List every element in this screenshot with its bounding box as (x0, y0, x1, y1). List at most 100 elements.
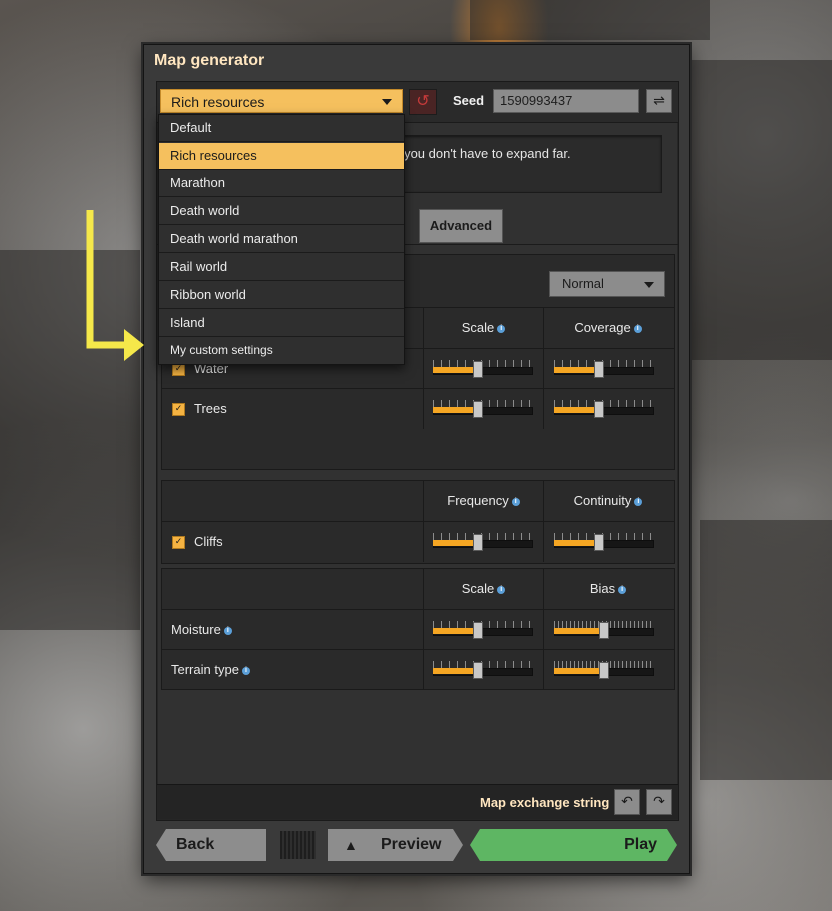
cliffs-frequency-slider[interactable] (433, 533, 533, 551)
slider-handle[interactable] (594, 534, 604, 551)
column-header-continuity: Continuity i (544, 481, 672, 521)
header-divider (423, 569, 544, 609)
map-exchange-bar: Map exchange string ↶ ↷ (157, 784, 678, 819)
info-icon[interactable]: i (634, 497, 643, 506)
slider-handle[interactable] (599, 622, 609, 639)
play-button[interactable]: Play (470, 829, 677, 861)
import-string-button[interactable]: ↶ (614, 789, 640, 815)
slider-fill (433, 407, 478, 413)
slider-fill (554, 540, 599, 546)
terrain-type-scale-slider[interactable] (433, 661, 533, 679)
slider-handle[interactable] (594, 401, 604, 418)
column-header-coverage: Coverage i (544, 308, 672, 348)
slider-cell (423, 389, 544, 429)
slider-handle[interactable] (473, 622, 483, 639)
trees-scale-slider[interactable] (433, 400, 533, 418)
chevron-down-icon (382, 99, 392, 105)
slider-ticks (554, 400, 654, 407)
preset-selected-label: Rich resources (171, 94, 265, 110)
header-divider (423, 308, 544, 348)
slider-handle[interactable] (473, 662, 483, 679)
table-row: Moisture i (162, 609, 674, 650)
preset-option-rail-world[interactable]: Rail world (159, 254, 404, 281)
slider-cell (423, 650, 544, 690)
table-row: Terrain type i (162, 649, 674, 690)
export-icon: ↷ (653, 794, 665, 810)
preview-button[interactable]: ▲ Preview (328, 829, 463, 861)
info-icon[interactable]: i (633, 324, 642, 333)
preset-option-default[interactable]: Default (159, 115, 404, 142)
info-icon[interactable]: i (223, 626, 232, 635)
row-label-cell: ✓ Trees (162, 389, 424, 429)
preset-option-ribbon-world[interactable]: Ribbon world (159, 282, 404, 309)
header-divider (423, 481, 544, 521)
moisture-label: Moisture i (171, 610, 232, 650)
header-spacer (162, 569, 424, 609)
continuity-header-label: Continuity (573, 493, 632, 508)
coverage-header-label: Coverage (574, 320, 631, 335)
slider-handle[interactable] (594, 361, 604, 378)
shuffle-icon: ⇌ (653, 93, 665, 109)
preset-option-death-world-marathon[interactable]: Death world marathon (159, 226, 404, 253)
reset-button[interactable]: ↺ (409, 89, 437, 115)
slider-handle[interactable] (473, 361, 483, 378)
slider-ticks (433, 400, 533, 407)
slider-handle[interactable] (473, 401, 483, 418)
slider-cell (423, 349, 544, 389)
slider-cell (423, 610, 544, 650)
water-setting-dropdown[interactable]: Normal (549, 271, 665, 297)
footer-bar: Back ▲ Preview Play (156, 829, 677, 861)
row-label-cell: Moisture i (162, 610, 424, 650)
slider-ticks (554, 533, 654, 540)
seed-input[interactable]: 1590993437 (493, 89, 639, 113)
undo-icon: ↺ (416, 91, 430, 110)
water-scale-slider[interactable] (433, 360, 533, 378)
water-setting-value: Normal (562, 276, 604, 291)
climate-section: Scale i Bias i Moisture i Terrain type i (161, 568, 675, 690)
moisture-label-text: Moisture (171, 622, 221, 637)
moisture-bias-slider[interactable] (554, 621, 654, 639)
info-icon[interactable]: i (241, 666, 250, 675)
info-icon[interactable]: i (618, 585, 627, 594)
preview-label: Preview (381, 836, 442, 853)
trees-coverage-slider[interactable] (554, 400, 654, 418)
slider-ticks (433, 661, 533, 668)
import-icon: ↶ (621, 794, 633, 810)
back-button[interactable]: Back (156, 829, 266, 861)
window-title: Map generator (154, 52, 265, 69)
preset-option-my-custom-settings[interactable]: My custom settings (159, 337, 404, 364)
annotation-arrow-line (86, 210, 130, 349)
trees-label: Trees (194, 401, 227, 416)
preset-dropdown-list: Default Rich resources Marathon Death wo… (158, 114, 405, 365)
trees-checkbox[interactable]: ✓ (172, 403, 185, 416)
slider-ticks (554, 360, 654, 367)
cliffs-header-row: Frequency i Continuity i (162, 481, 674, 521)
water-coverage-slider[interactable] (554, 360, 654, 378)
bias-header-label: Bias (589, 581, 616, 596)
annotation-arrow-head (124, 329, 144, 361)
slider-fill (554, 367, 599, 373)
preset-option-rich-resources[interactable]: Rich resources (159, 143, 404, 170)
slider-handle[interactable] (599, 662, 609, 679)
slider-ticks (433, 621, 533, 628)
row-label-cell: Terrain type i (162, 650, 424, 690)
preset-option-death-world[interactable]: Death world (159, 198, 404, 225)
preset-option-marathon[interactable]: Marathon (159, 170, 404, 197)
moisture-scale-slider[interactable] (433, 621, 533, 639)
terrain-type-bias-slider[interactable] (554, 661, 654, 679)
table-row: ✓ Trees (162, 388, 674, 429)
shuffle-seed-button[interactable]: ⇌ (646, 89, 672, 113)
slider-handle[interactable] (473, 534, 483, 551)
terrain-type-label: Terrain type i (171, 650, 250, 690)
slider-fill (433, 668, 478, 674)
slider-fill (554, 628, 604, 634)
column-header-bias: Bias i (544, 569, 672, 609)
drag-grip (280, 831, 316, 859)
export-string-button[interactable]: ↷ (646, 789, 672, 815)
cliffs-checkbox[interactable]: ✓ (172, 536, 185, 549)
preset-dropdown[interactable]: Rich resources (160, 89, 403, 113)
background-machinery (690, 60, 832, 360)
cliffs-continuity-slider[interactable] (554, 533, 654, 551)
preset-option-island[interactable]: Island (159, 310, 404, 337)
tab-advanced[interactable]: Advanced (419, 209, 503, 243)
